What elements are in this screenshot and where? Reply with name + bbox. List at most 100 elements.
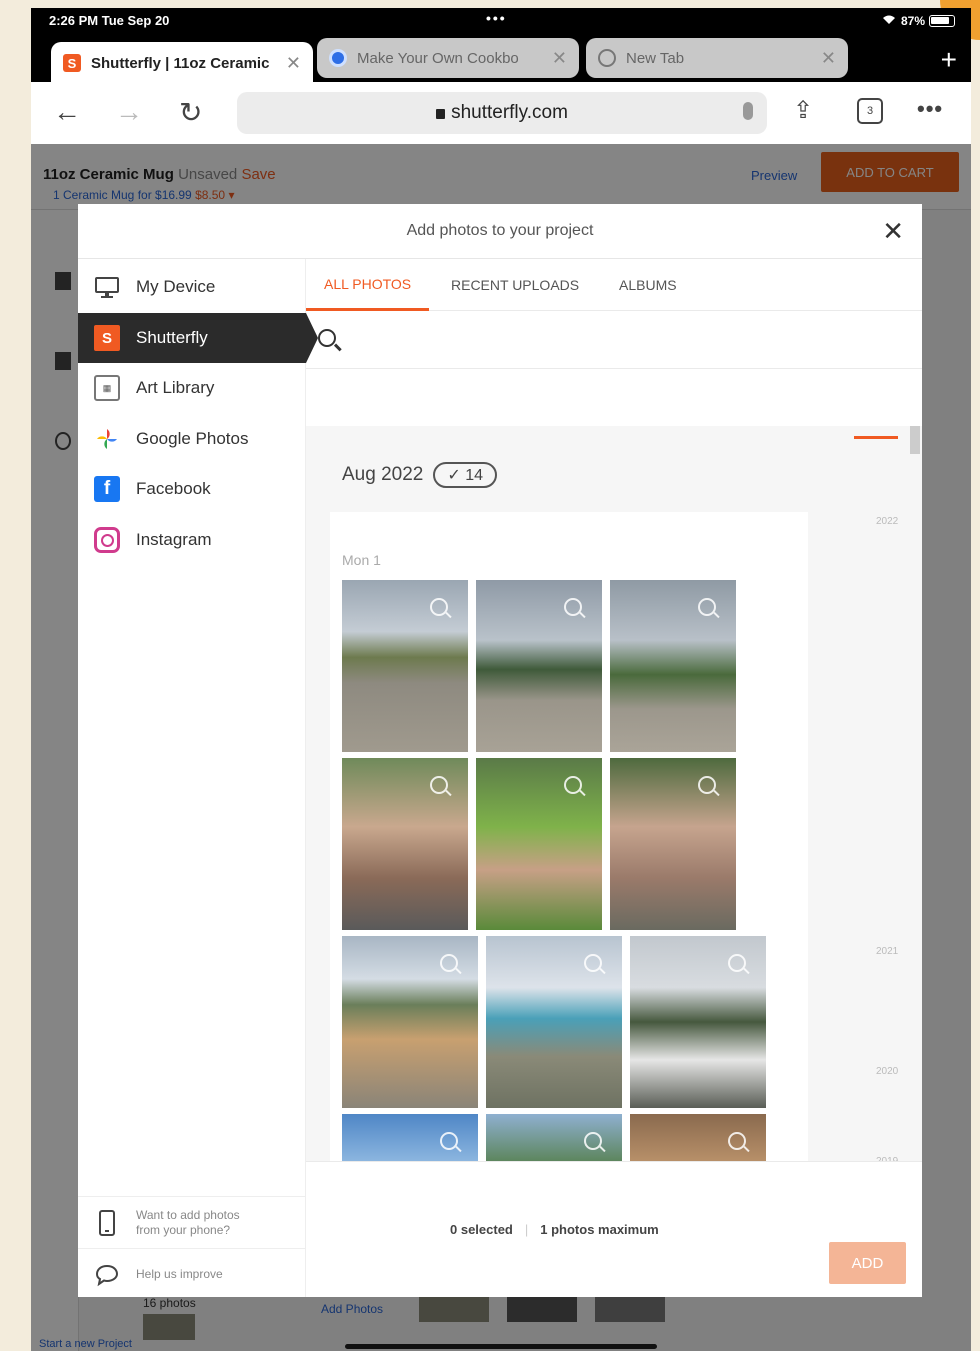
zoom-icon[interactable] — [698, 598, 716, 616]
zoom-icon[interactable] — [728, 1132, 746, 1150]
status-time: 2:26 PM Tue Sep 20 — [49, 13, 170, 28]
facebook-icon: f — [94, 476, 120, 502]
battery-percent: 87% — [900, 13, 925, 28]
phone-prompt-line: Want to add photos — [136, 1207, 240, 1222]
selected-count: 0 selected — [450, 1222, 513, 1237]
google-photos-icon — [94, 426, 120, 452]
share-icon[interactable]: ⇪ — [793, 96, 813, 125]
shutterfly-favicon-icon: S — [63, 54, 81, 72]
more-menu-icon[interactable]: ••• — [917, 96, 943, 122]
zoom-icon[interactable] — [440, 1132, 458, 1150]
separator: | — [524, 1222, 529, 1237]
photo-gallery[interactable]: 2022 2021 2020 2019 Aug 2022 ✓ 14 Mon 1 — [306, 426, 922, 1161]
tab-title: New Tab — [626, 49, 685, 67]
feedback-link[interactable]: Help us improve — [78, 1248, 306, 1300]
tab-overview-button[interactable]: 3 — [857, 98, 883, 124]
photo-thumbnail[interactable] — [486, 1114, 622, 1161]
photo-thumbnail[interactable] — [342, 1114, 478, 1161]
source-label: Google Photos — [136, 429, 249, 448]
photo-thumbnail[interactable] — [486, 936, 622, 1108]
phone-prompt: Want to add photos from your phone? — [136, 1208, 240, 1238]
tab-title: Shutterfly | 11oz Ceramic — [91, 54, 270, 72]
timeline-year[interactable]: 2020 — [876, 1066, 898, 1077]
battery-icon — [929, 14, 955, 27]
zoom-icon[interactable] — [430, 776, 448, 794]
status-bar: 2:26 PM Tue Sep 20 ••• 87% — [31, 8, 971, 34]
date-group-label: Aug 2022 — [342, 464, 424, 485]
photo-search[interactable] — [306, 311, 922, 369]
browser-tab-cookbook[interactable]: Make Your Own Cookbo ✕ — [317, 38, 579, 78]
photo-source-sidebar: My Device S Shutterfly ▦ Art Library Goo… — [78, 259, 318, 1300]
close-tab-icon[interactable]: ✕ — [552, 48, 567, 69]
timeline-year[interactable]: 2022 — [876, 516, 898, 527]
zoom-icon[interactable] — [728, 954, 746, 972]
zoom-icon[interactable] — [564, 598, 582, 616]
source-instagram[interactable]: Instagram — [78, 515, 306, 565]
search-icon[interactable] — [318, 329, 336, 347]
browser-toolbar: ← → ↻ shutterfly.com ⇪ 3 ••• — [31, 82, 971, 144]
photo-thumbnail[interactable] — [342, 936, 478, 1108]
source-shutterfly[interactable]: S Shutterfly — [78, 313, 318, 363]
photo-thumbnail[interactable] — [630, 936, 766, 1108]
browser-tab-new[interactable]: New Tab ✕ — [586, 38, 848, 78]
new-tab-button[interactable]: + — [941, 44, 957, 76]
tab-recent-uploads[interactable]: RECENT UPLOADS — [451, 259, 579, 311]
phone-icon — [94, 1209, 120, 1236]
modal-header: Add photos to your project ✕ — [78, 204, 922, 259]
photo-thumbnail[interactable] — [476, 580, 602, 752]
zoom-icon[interactable] — [564, 776, 582, 794]
globe-icon — [598, 49, 616, 67]
photo-thumbnail[interactable] — [610, 580, 736, 752]
instagram-icon — [94, 527, 120, 553]
zoom-icon[interactable] — [584, 954, 602, 972]
home-indicator[interactable] — [345, 1344, 657, 1349]
day-label: Mon 1 — [342, 552, 381, 568]
url-text: shutterfly.com — [451, 102, 568, 123]
date-group-header: Aug 2022 ✓ 14 — [342, 462, 498, 488]
source-google-photos[interactable]: Google Photos — [78, 414, 306, 464]
close-tab-icon[interactable]: ✕ — [821, 48, 836, 69]
scrollbar[interactable] — [910, 426, 920, 454]
back-arrow-icon[interactable]: ← — [53, 96, 81, 128]
close-icon[interactable]: ✕ — [882, 216, 904, 247]
add-button[interactable]: ADD — [829, 1242, 906, 1284]
source-my-device[interactable]: My Device — [78, 262, 306, 312]
shutterfly-icon: S — [94, 325, 120, 351]
timeline-year[interactable]: 2021 — [876, 946, 898, 957]
monitor-icon — [94, 274, 120, 300]
photo-thumbnail[interactable] — [630, 1114, 766, 1161]
source-facebook[interactable]: f Facebook — [78, 464, 306, 514]
timeline-indicator[interactable] — [854, 436, 898, 439]
max-photos: 1 photos maximum — [540, 1222, 659, 1237]
reload-icon[interactable]: ↻ — [179, 96, 202, 129]
source-label: Art Library — [136, 378, 215, 397]
microphone-icon[interactable] — [743, 102, 753, 120]
zoom-icon[interactable] — [584, 1132, 602, 1150]
day-card: Mon 1 — [330, 512, 808, 1161]
battery-status: 87% — [881, 13, 955, 28]
zoom-icon[interactable] — [698, 776, 716, 794]
source-label: My Device — [136, 277, 216, 296]
photo-thumbnail[interactable] — [476, 758, 602, 930]
close-tab-icon[interactable]: ✕ — [286, 53, 301, 74]
tab-albums[interactable]: ALBUMS — [619, 259, 677, 311]
browser-tab-shutterfly[interactable]: S Shutterfly | 11oz Ceramic ✕ — [51, 42, 313, 84]
feedback-label: Help us improve — [136, 1267, 223, 1281]
photo-thumbnail[interactable] — [610, 758, 736, 930]
art-library-icon: ▦ — [94, 375, 120, 401]
wifi-icon — [881, 13, 897, 28]
browser-tab-bar: S Shutterfly | 11oz Ceramic ✕ Make Your … — [31, 34, 971, 86]
address-bar[interactable]: shutterfly.com — [237, 92, 767, 134]
forward-arrow-icon[interactable]: → — [115, 96, 143, 128]
add-photos-modal: Add photos to your project ✕ My Device S… — [78, 204, 922, 1297]
source-art-library[interactable]: ▦ Art Library — [78, 363, 306, 413]
photo-thumbnail[interactable] — [342, 580, 468, 752]
zoom-icon[interactable] — [440, 954, 458, 972]
add-from-phone-link[interactable]: Want to add photos from your phone? — [78, 1196, 306, 1248]
photo-thumbnail[interactable] — [342, 758, 468, 930]
select-all-count-badge[interactable]: ✓ 14 — [433, 462, 498, 488]
zoom-icon[interactable] — [430, 598, 448, 616]
tab-all-photos[interactable]: ALL PHOTOS — [306, 259, 430, 311]
multitasking-dots[interactable]: ••• — [486, 10, 507, 26]
modal-title: Add photos to your project — [406, 222, 594, 239]
